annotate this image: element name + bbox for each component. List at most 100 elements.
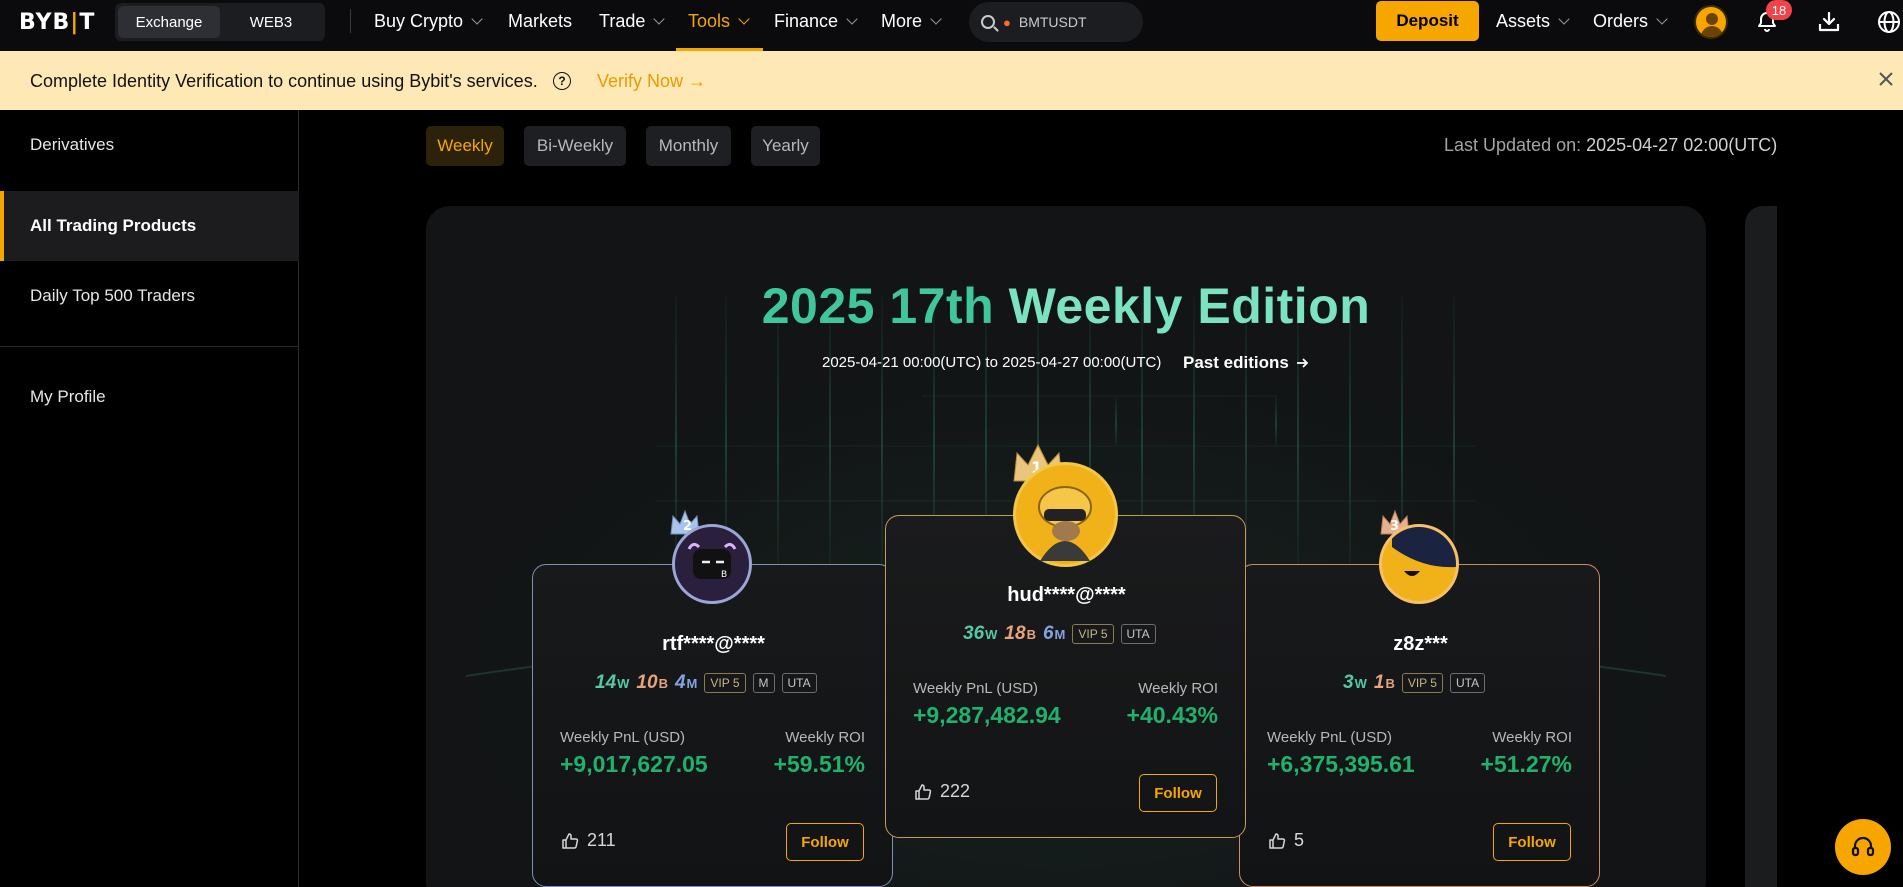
uta-badge: UTA <box>1120 624 1156 644</box>
bronze-count: 10 <box>636 672 658 693</box>
edition-title: 2025 17th Weekly Edition <box>426 277 1706 335</box>
nav-assets[interactable]: Assets <box>1496 10 1570 32</box>
past-editions-label: Past editions <box>1183 353 1289 372</box>
past-editions-link[interactable]: Past editions <box>1183 353 1309 373</box>
verify-now-link[interactable]: Verify Now → <box>597 71 706 92</box>
win-count-tag: 3W <box>1343 672 1367 693</box>
nav-buy-crypto-label: Buy Crypto <box>374 10 464 31</box>
pnl-value: +9,017,627.05 <box>560 751 708 777</box>
trader-avatar-rank-2[interactable]: B <box>672 524 752 604</box>
chevron-down-icon <box>846 12 858 25</box>
nav-markets-label: Markets <box>508 10 573 31</box>
sidebar-item-label: Daily Top 500 Traders <box>30 286 196 305</box>
sidebar-item-label: Derivatives <box>30 135 115 154</box>
arrow-right-icon <box>1296 358 1309 368</box>
month-count-tag: 6M <box>1042 623 1066 644</box>
nav-tools-label: Tools <box>688 10 731 31</box>
weekly-edition-panel: 2025 17th Weekly Edition 2025-04-21 00:0… <box>426 206 1706 887</box>
nav-finance[interactable]: Finance <box>774 10 858 32</box>
search-bar[interactable]: ● BMTUSDT <box>969 2 1143 42</box>
nav-orders[interactable]: Orders <box>1593 10 1668 32</box>
chevron-down-icon <box>1558 12 1570 25</box>
download-icon[interactable] <box>1816 9 1842 35</box>
m-badge: M <box>752 673 775 693</box>
last-updated-value: 2025-04-27 02:00(UTC) <box>1586 135 1778 155</box>
chevron-down-icon <box>930 12 942 25</box>
trader-avatar-rank-3[interactable] <box>1379 524 1459 604</box>
like-count: 5 <box>1294 830 1305 850</box>
close-icon[interactable] <box>1878 71 1894 87</box>
avatar-body-shape <box>1701 26 1723 37</box>
bybit-logo[interactable]: BYB|T <box>19 10 95 35</box>
sidebar-item-label: All Trading Products <box>30 216 197 235</box>
thumbs-up-icon <box>562 832 579 849</box>
trader-name: hud****@**** <box>1007 584 1126 606</box>
question-icon[interactable]: ? <box>553 72 571 90</box>
nav-tools[interactable]: Tools <box>688 10 750 32</box>
sidebar-divider <box>0 346 299 347</box>
tab-monthly[interactable]: Monthly <box>646 126 731 166</box>
trader-card-rank-2: rtf****@**** 14W 10B 4M VIP 5 M UTA Week… <box>532 564 893 887</box>
roi-value: +51.27% <box>1480 751 1572 777</box>
like-counter[interactable]: 5 <box>1268 830 1304 851</box>
globe-icon[interactable] <box>1876 9 1902 35</box>
last-updated: Last Updated on: 2025-04-27 02:00(UTC) <box>1444 135 1777 156</box>
headset-icon <box>1851 836 1875 857</box>
sidebar-item-derivatives[interactable]: Derivatives <box>0 110 299 180</box>
bronze-count-tag: 1B <box>1373 672 1395 693</box>
avatar-head-shape <box>1706 13 1718 25</box>
bronze-count: 1 <box>1373 672 1385 693</box>
nav-markets[interactable]: Markets <box>508 10 572 32</box>
segment-web3[interactable]: WEB3 <box>220 6 322 38</box>
vip-badge: VIP 5 <box>704 673 746 693</box>
hot-flame-icon: ● <box>1003 14 1011 30</box>
nav-trade[interactable]: Trade <box>599 10 666 32</box>
segment-exchange[interactable]: Exchange <box>118 6 220 38</box>
nav-assets-label: Assets <box>1496 10 1551 31</box>
sidebar-item-label: My Profile <box>30 387 106 406</box>
tab-bi-weekly[interactable]: Bi-Weekly <box>524 126 626 166</box>
trader-avatar-rank-1[interactable] <box>1013 462 1118 567</box>
trader-name: rtf****@**** <box>662 633 765 655</box>
customer-support-button[interactable] <box>1835 819 1891 875</box>
follow-button[interactable]: Follow <box>1139 774 1217 812</box>
nav-more-label: More <box>881 10 923 31</box>
nav-orders-label: Orders <box>1593 10 1649 31</box>
pnl-value: +9,287,482.94 <box>913 702 1061 728</box>
bronze-count: 18 <box>1004 623 1026 644</box>
roi-label: Weekly ROI <box>1138 680 1218 697</box>
arrow-right-icon: → <box>683 71 707 91</box>
user-avatar[interactable] <box>1694 5 1728 39</box>
month-count-tag: 4M <box>674 672 698 693</box>
roi-value: +40.43% <box>1126 702 1218 728</box>
nav-more[interactable]: More <box>881 10 942 32</box>
uta-badge: UTA <box>1449 673 1486 693</box>
last-updated-label: Last Updated on: <box>1444 135 1582 155</box>
tab-weekly[interactable]: Weekly <box>426 126 504 166</box>
chevron-down-icon <box>738 12 750 25</box>
nav-buy-crypto[interactable]: Buy Crypto <box>374 10 483 32</box>
sidebar-item-daily-top-500[interactable]: Daily Top 500 Traders <box>0 261 299 331</box>
tab-yearly[interactable]: Yearly <box>751 126 820 166</box>
verify-now-label: Verify Now <box>597 71 684 91</box>
month-count: 6 <box>1042 623 1054 644</box>
pnl-value: +6,375,395.61 <box>1267 751 1415 777</box>
nav-finance-label: Finance <box>774 10 839 31</box>
sidebar-item-my-profile[interactable]: My Profile <box>0 362 299 432</box>
like-counter[interactable]: 211 <box>561 830 616 851</box>
kyc-banner: Complete Identity Verification to contin… <box>0 51 1903 110</box>
win-count-tag: 36W <box>963 623 998 644</box>
sidebar-item-all-trading-products[interactable]: All Trading Products <box>0 191 299 261</box>
trader-name: z8z*** <box>1393 633 1448 655</box>
svg-text:B: B <box>721 570 727 580</box>
follow-button[interactable]: Follow <box>786 823 864 861</box>
avatar-astronaut-icon <box>1038 486 1092 561</box>
like-counter[interactable]: 222 <box>914 781 970 802</box>
edition-title-year: 2025 17th <box>761 278 995 334</box>
deposit-button[interactable]: Deposit <box>1376 1 1479 41</box>
vip-badge: VIP 5 <box>1072 624 1114 644</box>
follow-button[interactable]: Follow <box>1493 823 1571 861</box>
sidebar: Derivatives All Trading Products Daily T… <box>0 110 299 887</box>
pnl-label: Weekly PnL (USD) <box>560 729 686 746</box>
uta-badge: UTA <box>781 673 817 693</box>
